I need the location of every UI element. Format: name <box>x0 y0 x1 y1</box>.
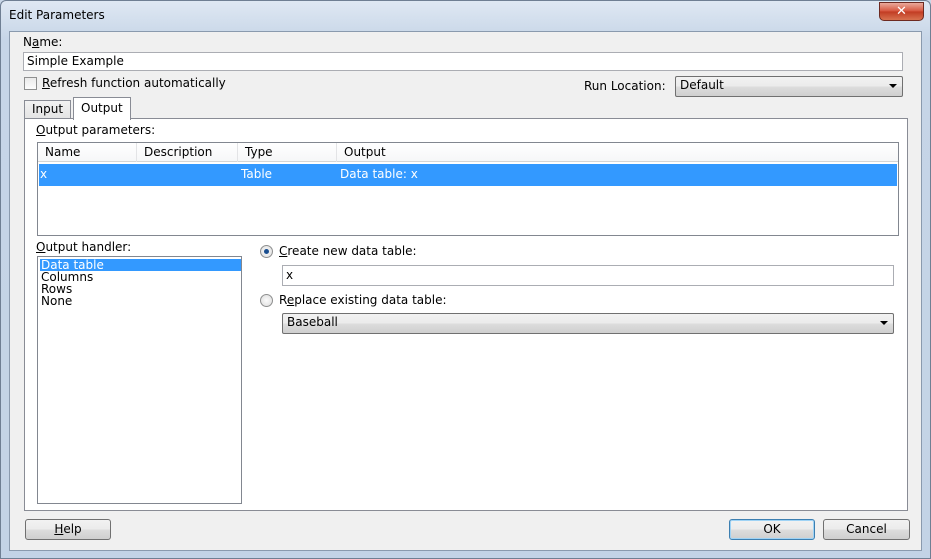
tab-output[interactable]: Output <box>73 97 131 120</box>
cancel-button[interactable]: Cancel <box>823 519 910 540</box>
column-header-description[interactable]: Description <box>137 143 238 162</box>
output-handler-list[interactable]: Data table Columns Rows None <box>37 256 242 504</box>
dialog-body: Name: Simple Example Refresh function au… <box>9 31 922 551</box>
replace-existing-radio[interactable] <box>260 294 273 307</box>
close-icon: ✕ <box>896 4 907 19</box>
radio-selected-dot <box>264 249 269 254</box>
run-location-value: Default <box>680 78 724 92</box>
window-title: Edit Parameters <box>9 8 105 22</box>
output-handler-label: Output handler: <box>36 240 132 254</box>
row-output-cell: Data table: x <box>340 167 418 181</box>
name-label: Name: <box>23 35 63 49</box>
existing-table-value: Baseball <box>287 315 338 329</box>
tab-input[interactable]: Input <box>24 100 72 119</box>
new-table-name-input[interactable]: x <box>282 265 894 286</box>
output-parameters-list[interactable]: Name Description Type Output x Table Dat… <box>37 142 899 236</box>
existing-table-select[interactable]: Baseball <box>282 313 894 334</box>
column-header-type[interactable]: Type <box>238 143 337 162</box>
row-name-cell: x <box>40 167 48 181</box>
help-button[interactable]: Help <box>25 519 111 540</box>
table-row[interactable]: x Table Data table: x <box>39 164 897 186</box>
list-item[interactable]: None <box>40 295 241 307</box>
row-type-cell: Table <box>241 167 273 181</box>
output-tab-panel: Output parameters: Name Description Type… <box>24 118 908 511</box>
chevron-down-icon <box>889 84 897 88</box>
list-header: Name Description Type Output <box>38 143 898 162</box>
create-new-radio[interactable] <box>260 245 273 258</box>
output-parameters-label: Output parameters: <box>36 123 156 137</box>
title-bar[interactable]: Edit Parameters ✕ <box>1 1 930 31</box>
chevron-down-icon <box>880 321 888 325</box>
create-new-label[interactable]: Create new data table: <box>279 244 417 258</box>
run-location-select[interactable]: Default <box>675 76 903 97</box>
refresh-checkbox[interactable] <box>24 77 37 90</box>
column-header-output[interactable]: Output <box>337 143 898 162</box>
replace-existing-label[interactable]: Replace existing data table: <box>279 293 447 307</box>
close-button[interactable]: ✕ <box>879 2 924 21</box>
run-location-label: Run Location: <box>584 79 666 93</box>
ok-button[interactable]: OK <box>729 519 815 540</box>
refresh-checkbox-label[interactable]: Refresh function automatically <box>42 76 226 90</box>
column-header-name[interactable]: Name <box>38 143 137 162</box>
name-field[interactable]: Simple Example <box>23 52 903 71</box>
edit-parameters-dialog: Edit Parameters ✕ Name: Simple Example R… <box>0 0 931 559</box>
